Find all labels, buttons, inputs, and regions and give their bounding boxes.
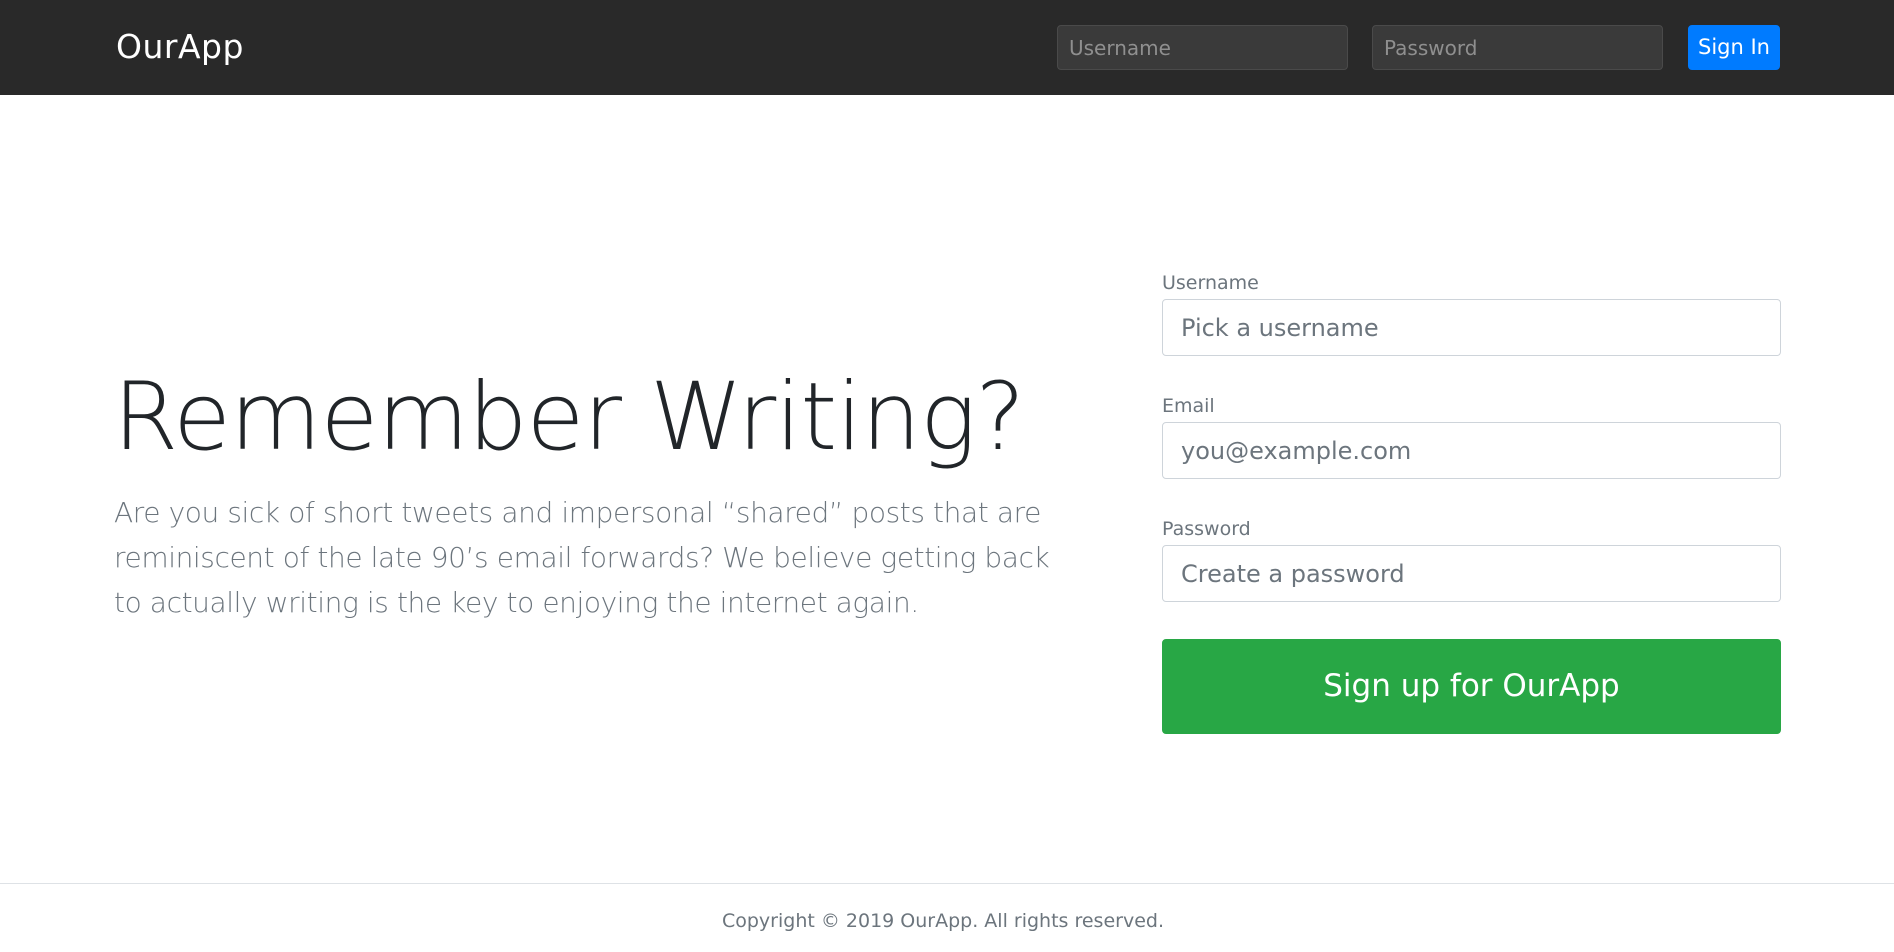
password-label: Password	[1162, 518, 1251, 540]
footer: Copyright © 2019 OurApp. All rights rese…	[0, 905, 1894, 937]
hero-lead-text: Are you sick of short tweets and imperso…	[114, 496, 1050, 619]
signup-email-input[interactable]	[1162, 422, 1781, 479]
hero-title: Remember Writing?	[113, 363, 1025, 472]
email-label: Email	[1162, 395, 1215, 417]
username-label: Username	[1162, 272, 1259, 294]
signup-form: Username Email Password Sign up for OurA…	[1162, 268, 1781, 734]
sign-in-button[interactable]: Sign In	[1688, 25, 1780, 70]
signup-username-input[interactable]	[1162, 299, 1781, 356]
signup-password-input[interactable]	[1162, 545, 1781, 602]
top-navbar: OurApp Sign In	[0, 0, 1894, 95]
footer-divider	[0, 883, 1894, 884]
header-password-input[interactable]	[1372, 25, 1663, 70]
signup-submit-button[interactable]: Sign up for OurApp	[1162, 639, 1781, 734]
header-username-input[interactable]	[1057, 25, 1348, 70]
copyright-text: Copyright © 2019 OurApp. All rights rese…	[721, 910, 1164, 932]
brand-logo[interactable]: OurApp	[116, 22, 244, 72]
